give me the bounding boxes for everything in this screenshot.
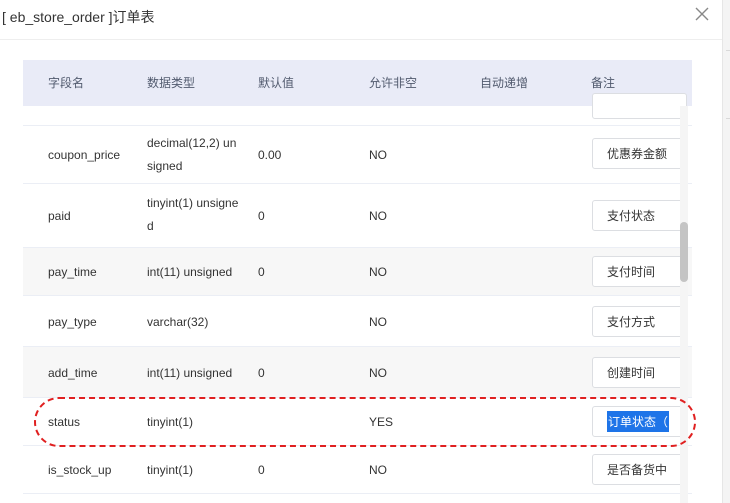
scrollbar-thumb[interactable] xyxy=(680,222,688,282)
note-input[interactable]: 是否备货中 xyxy=(592,454,687,485)
table-row: coupon_price decimal(12,2) unsigned 0.00… xyxy=(23,126,692,184)
nullable-value: NO xyxy=(369,265,387,279)
header-default: 默认值 xyxy=(258,76,295,90)
table-row: pay_type varchar(32) NO 支付方式 xyxy=(23,296,692,347)
dialog: [ eb_store_order ]订单表 字段名 数据类型 默认值 允许非空 … xyxy=(0,0,722,503)
default-value: 0 xyxy=(258,365,265,380)
divider xyxy=(726,118,730,119)
selected-text: 订单状态（ xyxy=(607,411,670,432)
scrollbar-track[interactable] xyxy=(680,106,688,503)
default-value: 0.00 xyxy=(258,148,282,162)
note-input[interactable]: 支付方式 xyxy=(592,306,687,337)
close-icon[interactable] xyxy=(694,6,710,22)
table-row: is_stock_up tinyint(1) 0 NO 是否备货中 xyxy=(23,446,692,494)
field-name: coupon_price xyxy=(48,148,121,162)
dialog-title: [ eb_store_order ]订单表 xyxy=(2,9,155,25)
header-data-type: 数据类型 xyxy=(147,76,196,90)
field-name: pay_type xyxy=(48,314,97,329)
note-input[interactable]: 优惠券金额 xyxy=(592,138,687,169)
dialog-header: [ eb_store_order ]订单表 xyxy=(0,0,722,40)
field-name: status xyxy=(48,415,81,429)
field-name: pay_time xyxy=(48,265,97,279)
data-type: int(11) unsigned xyxy=(147,265,233,279)
nullable-value: NO xyxy=(369,365,387,380)
table-row: status tinyint(1) YES 订单状态（ xyxy=(23,398,692,446)
note-input[interactable]: 订单状态（ xyxy=(592,406,687,437)
nullable-value: NO xyxy=(369,463,387,477)
nullable-value: YES xyxy=(369,415,394,429)
note-input[interactable] xyxy=(592,93,687,119)
data-type: tinyint(1) unsigned xyxy=(147,196,239,233)
default-value: 0 xyxy=(258,265,265,279)
data-type: int(11) unsigned xyxy=(147,365,233,380)
data-type: varchar(32) xyxy=(147,314,209,329)
note-input[interactable]: 支付状态 xyxy=(592,200,687,231)
note-input[interactable]: 创建时间 xyxy=(592,357,687,388)
header-field-name: 字段名 xyxy=(48,76,85,90)
header-auto-increment: 自动递增 xyxy=(480,76,529,90)
field-name: add_time xyxy=(48,365,98,380)
background-page-edge xyxy=(722,0,730,503)
table-row: add_time int(11) unsigned 0 NO 创建时间 xyxy=(23,347,692,398)
table-row: pay_time int(11) unsigned 0 NO 支付时间 xyxy=(23,248,692,296)
note-input[interactable]: 支付时间 xyxy=(592,256,687,287)
data-type: decimal(12,2) unsigned xyxy=(147,136,237,173)
nullable-value: NO xyxy=(369,209,387,223)
field-name: is_stock_up xyxy=(48,463,112,477)
nullable-value: NO xyxy=(369,314,387,329)
default-value: 0 xyxy=(258,463,265,477)
table-row: paid tinyint(1) unsigned 0 NO 支付状态 xyxy=(23,184,692,248)
divider xyxy=(726,50,730,51)
table-row xyxy=(23,93,692,126)
fields-table: 字段名 数据类型 默认值 允许非空 自动递增 备注 coupon_price d… xyxy=(23,60,692,503)
nullable-value: NO xyxy=(369,148,387,162)
default-value: 0 xyxy=(258,209,265,223)
header-nullable: 允许非空 xyxy=(369,76,418,90)
data-type: tinyint(1) xyxy=(147,415,194,429)
field-name: paid xyxy=(48,209,71,223)
data-type: tinyint(1) xyxy=(147,463,194,477)
